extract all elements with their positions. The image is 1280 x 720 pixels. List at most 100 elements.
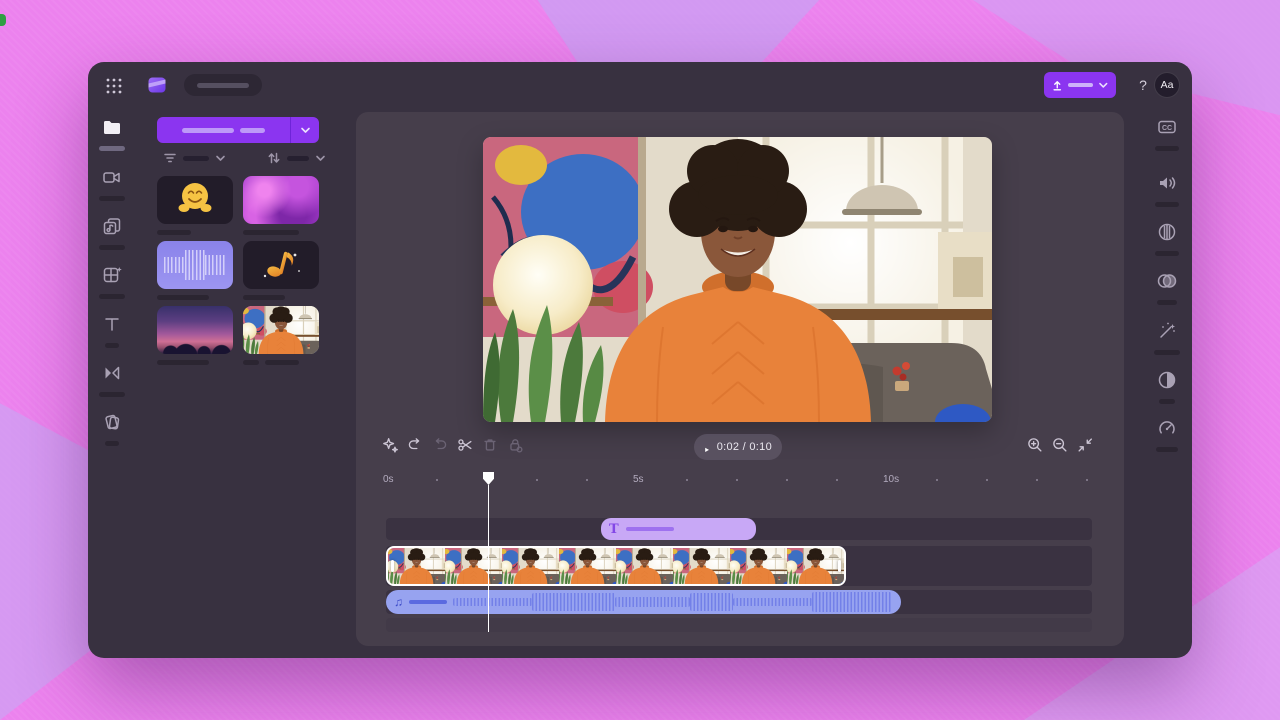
undo-button[interactable] xyxy=(406,436,424,454)
camera-icon xyxy=(101,166,123,188)
captions-button[interactable]: CC xyxy=(1155,116,1179,140)
panel-item-effects[interactable] xyxy=(1153,320,1181,355)
waveform-segment xyxy=(532,593,615,611)
abstract-purple-thumbnail[interactable] xyxy=(243,176,319,224)
sidebar-item-your-media[interactable] xyxy=(98,116,126,151)
panel-item-adjust-colors[interactable] xyxy=(1153,270,1181,305)
ruler-tick xyxy=(1086,479,1088,481)
waveform-segment xyxy=(812,592,891,611)
media-item-sunset-landscape[interactable] xyxy=(157,306,233,368)
import-media-main xyxy=(157,128,290,133)
filmstrip-frame xyxy=(787,548,844,584)
redacted-media-label xyxy=(243,360,259,365)
media-item-abstract-purple[interactable] xyxy=(243,176,319,238)
ruler-tick xyxy=(686,479,688,481)
sort-dropdown[interactable] xyxy=(266,150,326,166)
filmstrip-frame xyxy=(616,548,673,584)
content-library-icon xyxy=(101,215,123,237)
brand-kit-icon-button[interactable] xyxy=(100,411,124,435)
redacted-rail-label xyxy=(1155,251,1179,256)
sidebar-item-content-library[interactable] xyxy=(98,215,126,250)
trash-icon xyxy=(481,436,499,454)
filmstrip-frame xyxy=(559,548,616,584)
sidebar-item-templates[interactable] xyxy=(98,264,126,299)
desktop-background: ? Aa xyxy=(0,0,1280,720)
app-launcher-button[interactable] xyxy=(104,76,124,96)
delete-button[interactable] xyxy=(481,436,499,454)
panel-item-audio[interactable] xyxy=(1153,172,1181,207)
contrast-icon xyxy=(1156,369,1178,391)
media-item-emoji-hug[interactable] xyxy=(157,176,233,238)
timeline-toolbar-left xyxy=(381,436,524,454)
redacted-rail-label xyxy=(1157,300,1177,305)
filters-button[interactable] xyxy=(1155,221,1179,245)
playhead[interactable] xyxy=(483,472,494,632)
redo-button[interactable] xyxy=(431,436,449,454)
person-video-thumbnail[interactable] xyxy=(243,306,319,354)
music-note-thumbnail[interactable] xyxy=(243,241,319,289)
transitions-icon-button[interactable] xyxy=(100,362,124,386)
sunset-landscape-thumbnail[interactable] xyxy=(157,306,233,354)
text-clip[interactable]: T xyxy=(601,518,756,540)
filmstrip-frame xyxy=(730,548,787,584)
adjust-colors-button[interactable] xyxy=(1155,270,1179,294)
text-tab[interactable] xyxy=(100,313,124,337)
import-options-chevron[interactable] xyxy=(291,125,319,135)
emoji-hug-thumbnail[interactable] xyxy=(157,176,233,224)
trim-handle-right[interactable] xyxy=(838,560,841,572)
sidebar-item-record-create[interactable] xyxy=(98,166,126,201)
media-item-person-video[interactable] xyxy=(243,306,319,368)
your-media-tab[interactable] xyxy=(100,116,124,140)
background-artifact xyxy=(0,14,6,26)
trim-handle-left[interactable] xyxy=(391,560,394,572)
sidebar-item-transitions[interactable] xyxy=(98,362,126,397)
player-controls: 0:02 / 0:10 xyxy=(694,434,782,460)
video-editor-window: ? Aa xyxy=(88,62,1192,658)
speed-button[interactable] xyxy=(1155,417,1179,441)
zoom-out-button[interactable] xyxy=(1051,436,1069,454)
play-button[interactable] xyxy=(704,441,710,453)
redacted-rail-label xyxy=(1155,146,1179,151)
audio-clip[interactable]: ♫ xyxy=(386,590,901,614)
chevron-down-icon xyxy=(315,153,326,163)
media-item-music-note[interactable] xyxy=(243,241,319,303)
help-button[interactable]: ? xyxy=(1132,74,1154,96)
magic-tools-button[interactable] xyxy=(381,436,399,454)
project-title-field[interactable] xyxy=(184,74,262,96)
chevron-down-icon xyxy=(1098,80,1109,90)
split-scissors-button[interactable] xyxy=(456,436,474,454)
audio-volume-button[interactable] xyxy=(1155,172,1179,196)
record-camera-tab[interactable] xyxy=(100,166,124,190)
import-media-button[interactable] xyxy=(157,117,319,143)
audio-waveform-thumbnail[interactable] xyxy=(157,241,233,289)
panel-item-fade[interactable] xyxy=(1153,369,1181,404)
filter-dropdown[interactable] xyxy=(162,150,226,166)
video-clip-selected[interactable] xyxy=(386,546,846,586)
ruler-label-5s: 5s xyxy=(633,474,644,485)
redacted-media-label xyxy=(265,360,299,365)
folder-icon xyxy=(101,116,123,138)
media-item-audio-waveform[interactable] xyxy=(157,241,233,303)
redacted-export-label xyxy=(1068,83,1093,87)
playhead-cap[interactable] xyxy=(483,472,494,485)
fade-contrast-button[interactable] xyxy=(1155,369,1179,393)
content-library-icon-button[interactable] xyxy=(100,215,124,239)
waveform-segment xyxy=(615,597,689,608)
templates-grid-icon-button[interactable] xyxy=(100,264,124,288)
redacted-media-label xyxy=(243,230,299,235)
effects-wand-button[interactable] xyxy=(1155,320,1179,344)
lock-button[interactable] xyxy=(506,436,524,454)
export-button[interactable] xyxy=(1044,72,1116,98)
panel-item-filters[interactable] xyxy=(1153,221,1181,256)
fit-to-screen-button[interactable] xyxy=(1076,436,1094,454)
ruler-tick xyxy=(1036,479,1038,481)
video-preview[interactable] xyxy=(483,137,992,422)
panel-item-captions[interactable]: CC xyxy=(1153,116,1181,151)
zoom-in-button[interactable] xyxy=(1026,436,1044,454)
time-display: 0:02 / 0:10 xyxy=(717,441,772,453)
sidebar-item-brand-kit[interactable] xyxy=(98,411,126,446)
panel-item-speed[interactable] xyxy=(1153,417,1181,452)
account-avatar[interactable]: Aa xyxy=(1154,72,1180,98)
sidebar-item-text[interactable] xyxy=(98,313,126,348)
export-upload-icon xyxy=(1051,78,1063,93)
